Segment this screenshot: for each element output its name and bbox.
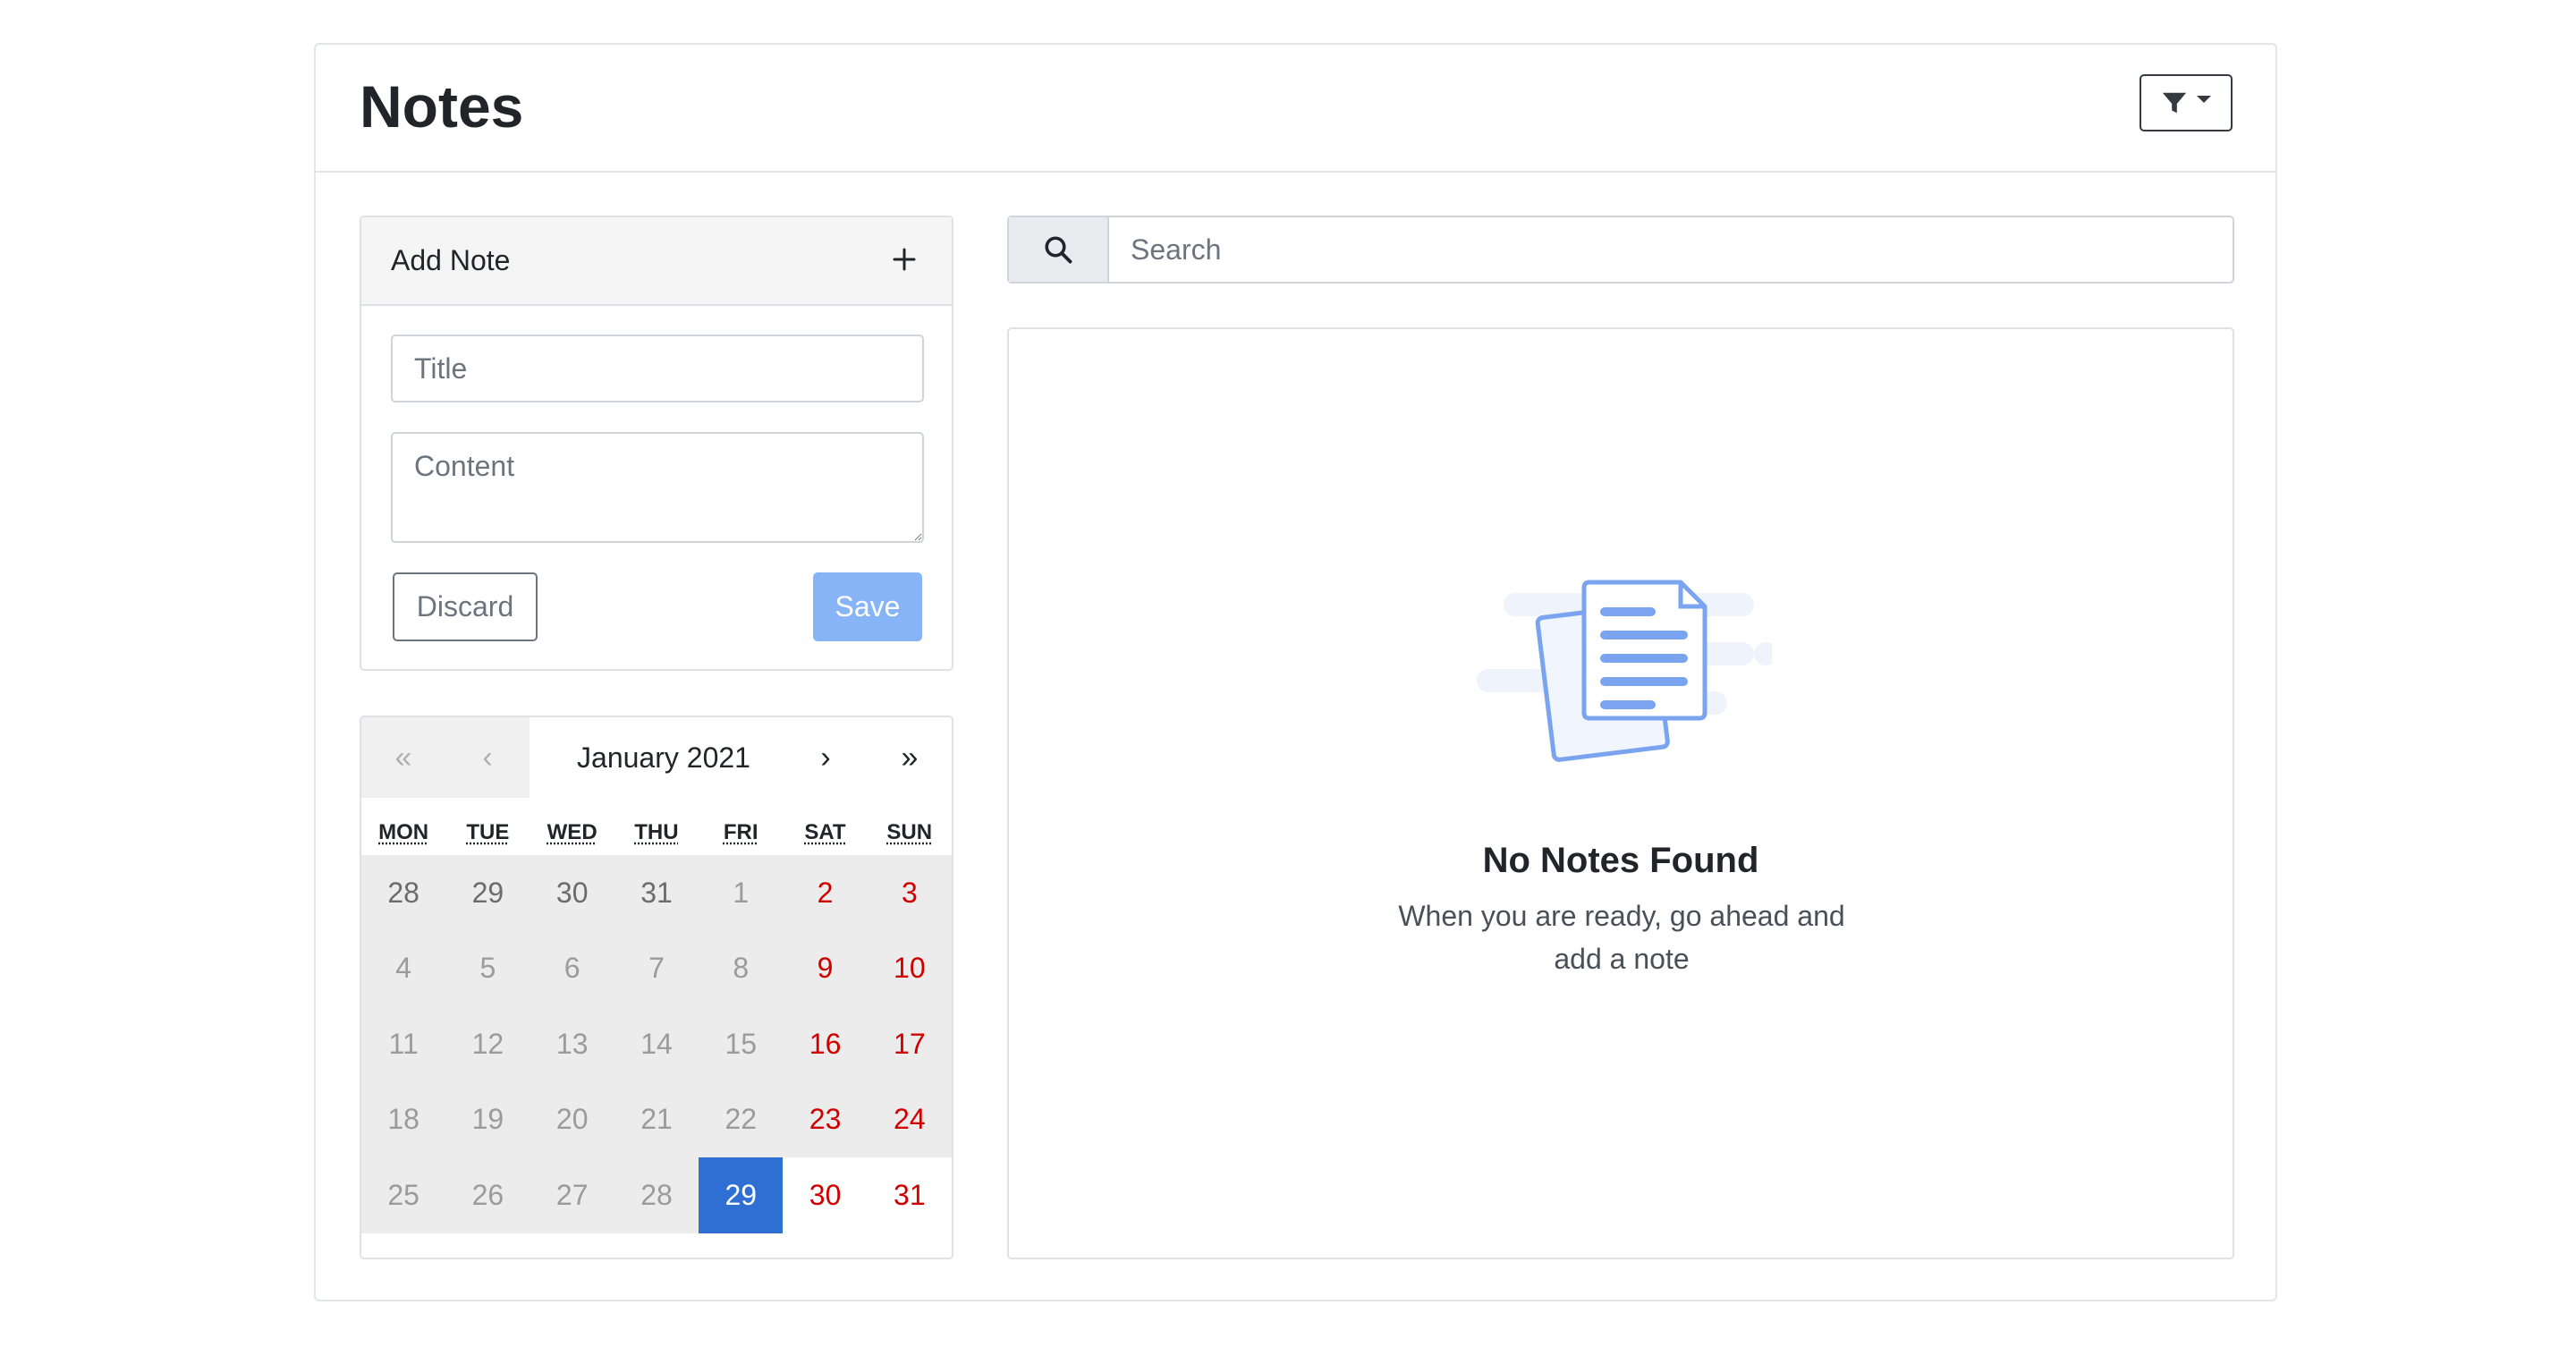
calendar-day-selected[interactable]: 29 [699,1157,784,1233]
calendar-day[interactable]: 2 [783,855,868,931]
document-icon [1477,580,1772,762]
prev-month-button[interactable]: ‹ [445,717,530,798]
calendar-month-label[interactable]: January 2021 [530,717,798,798]
filter-icon [2162,92,2187,114]
calendar-day[interactable]: 20 [530,1081,614,1157]
chevron-down-icon [2197,96,2211,103]
search-icon [1045,236,1072,264]
calendar-day[interactable]: 27 [530,1157,614,1233]
weekday-header: SUN [886,820,933,844]
calendar-day[interactable]: 31 [867,1157,952,1233]
prev-year-button[interactable]: « [361,717,445,798]
weekday-header: THU [634,820,679,844]
weekday-header: FRI [723,820,758,844]
calendar-day[interactable]: 26 [445,1157,530,1233]
page-title: Notes [360,73,524,140]
calendar-day[interactable]: 3 [867,855,952,931]
card-header: Notes [316,45,2275,173]
calendar-day[interactable]: 16 [783,1006,868,1082]
calendar-day[interactable]: 4 [361,930,446,1006]
calendar-day[interactable]: 31 [614,855,699,931]
search-bar [1007,216,2234,284]
calendar-day[interactable]: 7 [614,930,699,1006]
calendar-day[interactable]: 28 [361,855,446,931]
calendar-day[interactable]: 30 [530,855,614,931]
calendar-navigation: « ‹ January 2021 › » [361,717,952,798]
calendar-day[interactable]: 12 [445,1006,530,1082]
calendar-day[interactable]: 19 [445,1081,530,1157]
calendar-day[interactable]: 23 [783,1081,868,1157]
calendar-days: 28 29 30 31 1 2 3 4 5 6 7 8 9 10 11 12 13 14 15 16 17 18 19 20 2… [361,855,952,1233]
calendar-day[interactable]: 21 [614,1081,699,1157]
calendar-day[interactable]: 28 [614,1157,699,1233]
weekday-header: TUE [466,820,510,844]
calendar-day[interactable]: 6 [530,930,614,1006]
next-month-button[interactable]: › [784,717,868,798]
save-button[interactable]: Save [813,572,922,641]
notes-list-panel: No Notes Found When you are ready, go ah… [1007,327,2234,1259]
weekday-header: MON [378,820,429,844]
calendar-day[interactable]: 11 [361,1006,446,1082]
title-input[interactable] [391,335,924,402]
search-input[interactable] [1109,217,2233,282]
calendar-day[interactable]: 14 [614,1006,699,1082]
add-note-header[interactable]: Add Note [361,217,952,306]
calendar-day[interactable]: 29 [445,855,530,931]
calendar-day[interactable]: 25 [361,1157,446,1233]
calendar-day[interactable]: 24 [867,1081,952,1157]
add-note-toggle[interactable] [882,237,927,282]
calendar-day[interactable]: 10 [867,930,952,1006]
plus-icon [893,248,916,271]
calendar-day[interactable]: 13 [530,1006,614,1082]
weekday-header: SAT [804,820,846,844]
add-note-label: Add Note [391,244,511,276]
calendar-day[interactable]: 1 [699,855,784,931]
next-year-button[interactable]: » [868,717,952,798]
search-addon [1009,217,1109,282]
notes-card: Notes Add Note Discard Save « ‹ January … [314,43,2277,1301]
empty-state-text: When you are ready, go ahead and add a n… [1398,900,1845,975]
add-note-panel: Add Note Discard Save [360,216,953,671]
calendar-day[interactable]: 9 [783,930,868,1006]
calendar-day[interactable]: 15 [699,1006,784,1082]
calendar-weekdays: MON TUE WED THU FRI SAT SUN [361,820,952,845]
calendar-day[interactable]: 22 [699,1081,784,1157]
calendar-day[interactable]: 17 [867,1006,952,1082]
calendar: « ‹ January 2021 › » MON TUE WED THU FRI SAT S… [360,716,953,1259]
calendar-day[interactable]: 18 [361,1081,446,1157]
discard-button[interactable]: Discard [393,572,538,641]
content-textarea[interactable] [391,432,924,543]
calendar-day[interactable]: 5 [445,930,530,1006]
calendar-day[interactable]: 8 [699,930,784,1006]
calendar-day[interactable]: 30 [783,1157,868,1233]
weekday-header: WED [547,820,597,844]
filter-dropdown-button[interactable] [2140,74,2233,131]
empty-state-title: No Notes Found [1482,841,1759,880]
